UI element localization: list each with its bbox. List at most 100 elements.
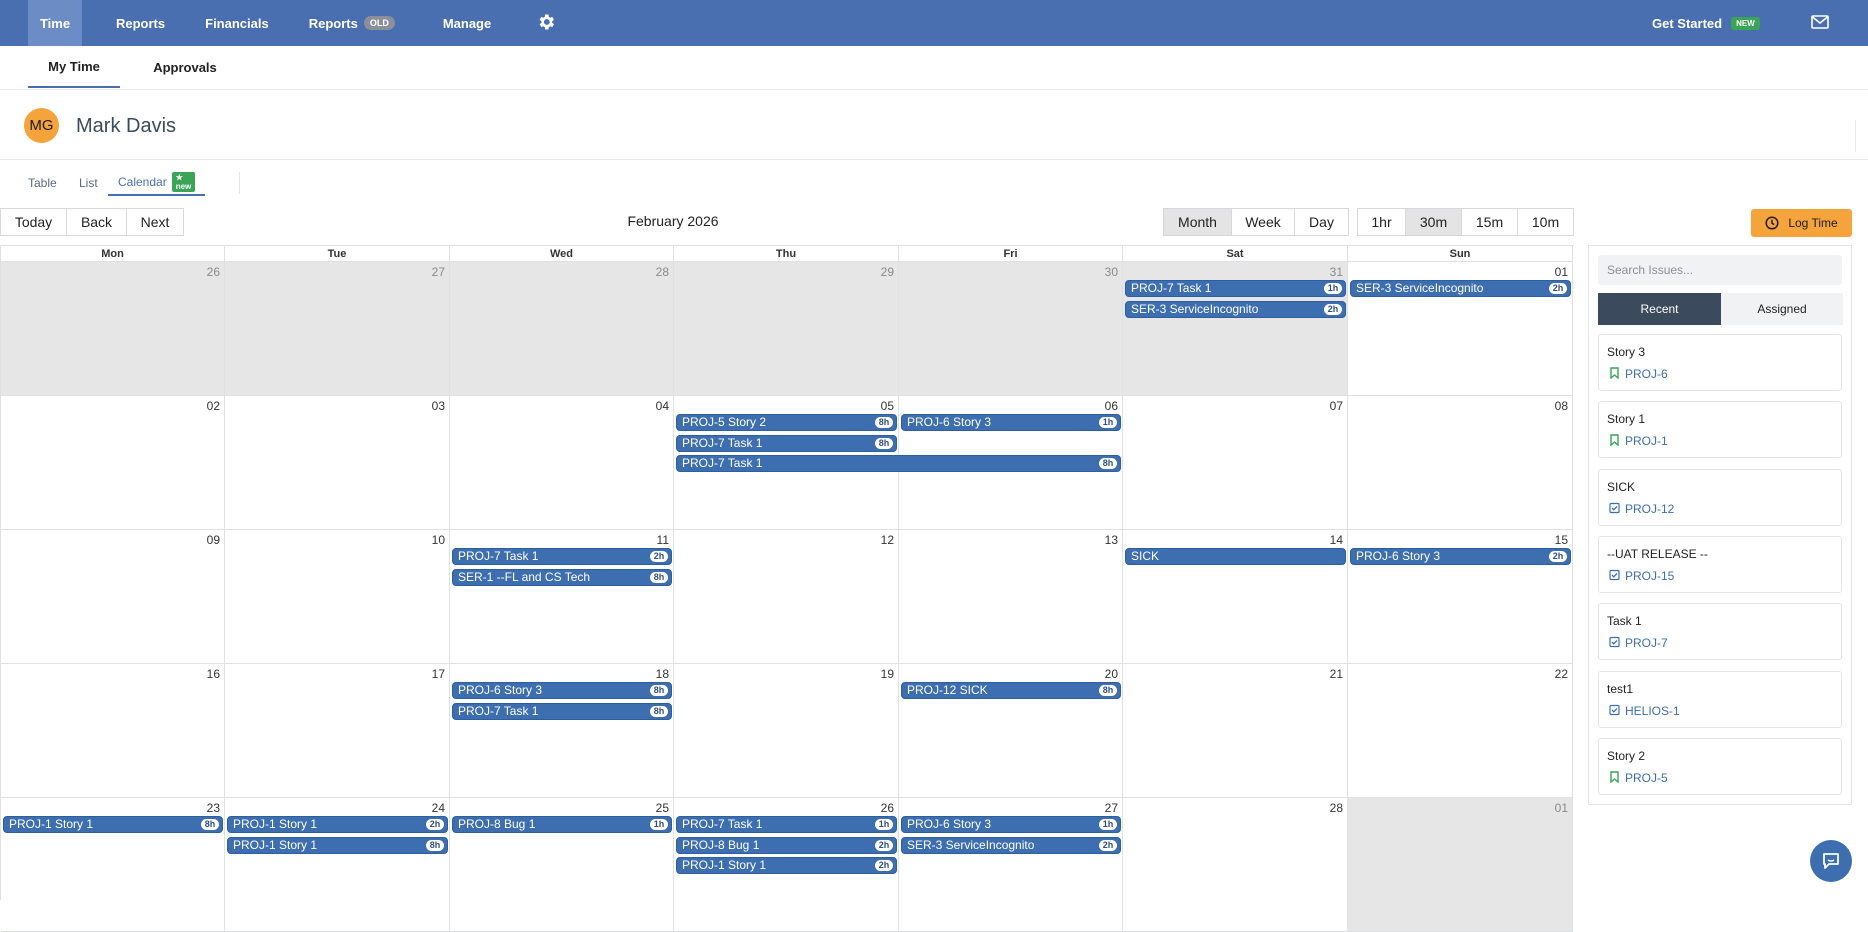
time-entry-event[interactable]: PROJ-6 Story 3 2h bbox=[1350, 548, 1571, 565]
search-issues-input[interactable] bbox=[1598, 255, 1842, 285]
day-number[interactable]: 05 bbox=[881, 399, 894, 413]
day-number[interactable]: 29 bbox=[881, 265, 894, 279]
view-month-button[interactable]: Month bbox=[1163, 208, 1232, 236]
nav-manage[interactable]: Manage bbox=[423, 0, 511, 46]
time-entry-event[interactable]: PROJ-1 Story 1 2h bbox=[676, 857, 897, 874]
day-number[interactable]: 25 bbox=[656, 801, 669, 815]
day-cell[interactable]: 08 bbox=[1348, 396, 1573, 530]
day-number[interactable]: 27 bbox=[432, 265, 445, 279]
day-number[interactable]: 26 bbox=[881, 801, 894, 815]
tab-assigned[interactable]: Assigned bbox=[1721, 293, 1843, 325]
time-entry-event[interactable]: SER-3 ServiceIncognito 2h bbox=[1125, 300, 1346, 318]
day-cell[interactable]: 19 bbox=[674, 664, 899, 798]
day-number[interactable]: 03 bbox=[432, 399, 445, 413]
day-number[interactable]: 30 bbox=[1105, 265, 1118, 279]
time-entry-event[interactable]: PROJ-8 Bug 1 1h bbox=[452, 816, 672, 833]
day-number[interactable]: 01 bbox=[1555, 265, 1568, 279]
day-number[interactable]: 15 bbox=[1555, 533, 1568, 547]
day-number[interactable]: 17 bbox=[432, 667, 445, 681]
step-1hr-button[interactable]: 1hr bbox=[1357, 208, 1406, 236]
day-number[interactable]: 28 bbox=[656, 265, 669, 279]
day-cell[interactable]: 12 bbox=[674, 530, 899, 664]
issue-card[interactable]: Story 3 PROJ-6 bbox=[1598, 334, 1842, 391]
issue-key-link[interactable]: PROJ-5 bbox=[1625, 771, 1668, 785]
issue-card[interactable]: test1 HELIOS-1 bbox=[1598, 670, 1842, 728]
day-cell[interactable]: 07 bbox=[1123, 396, 1348, 530]
day-number[interactable]: 12 bbox=[881, 533, 894, 547]
time-entry-event[interactable]: PROJ-5 Story 2 8h bbox=[676, 414, 897, 431]
day-cell[interactable]: 30 bbox=[899, 262, 1123, 396]
day-cell[interactable]: 10 bbox=[225, 530, 450, 664]
time-entry-event[interactable]: SER-3 ServiceIncognito 2h bbox=[1350, 280, 1571, 297]
day-cell[interactable]: 09 bbox=[1, 530, 225, 664]
day-number[interactable]: 02 bbox=[207, 399, 220, 413]
day-cell[interactable]: 17 bbox=[225, 664, 450, 798]
tab-my-time[interactable]: My Time bbox=[28, 46, 120, 88]
step-10m-button[interactable]: 10m bbox=[1517, 208, 1574, 236]
day-number[interactable]: 09 bbox=[207, 533, 220, 547]
day-cell[interactable]: 26 bbox=[1, 262, 225, 396]
time-entry-event[interactable]: PROJ-7 Task 1 8h bbox=[676, 434, 897, 452]
time-entry-event[interactable]: PROJ-6 Story 3 8h bbox=[452, 682, 672, 699]
time-entry-event[interactable]: PROJ-7 Task 1 1h bbox=[1125, 280, 1346, 297]
view-tab-list[interactable]: List bbox=[79, 170, 98, 196]
day-number[interactable]: 13 bbox=[1105, 533, 1118, 547]
time-entry-event[interactable]: SER-3 ServiceIncognito 2h bbox=[901, 836, 1121, 854]
day-cell[interactable]: 03 bbox=[225, 396, 450, 530]
issue-key-link[interactable]: HELIOS-1 bbox=[1625, 704, 1680, 718]
back-button[interactable]: Back bbox=[66, 208, 127, 236]
day-number[interactable]: 21 bbox=[1330, 667, 1343, 681]
day-cell[interactable]: 28 bbox=[1123, 798, 1348, 932]
view-day-button[interactable]: Day bbox=[1294, 208, 1349, 236]
time-entry-event[interactable]: PROJ-1 Story 1 8h bbox=[227, 836, 448, 854]
time-entry-event[interactable]: PROJ-12 SICK 8h bbox=[901, 682, 1121, 699]
day-number[interactable]: 11 bbox=[657, 533, 669, 547]
time-entry-event[interactable]: PROJ-7 Task 1 1h bbox=[676, 816, 897, 833]
nav-reports-old[interactable]: Reports OLD bbox=[289, 0, 415, 46]
day-cell[interactable]: 28 bbox=[450, 262, 674, 396]
tab-approvals[interactable]: Approvals bbox=[140, 46, 230, 88]
nav-financials[interactable]: Financials bbox=[185, 0, 289, 46]
issue-key-link[interactable]: PROJ-1 bbox=[1625, 434, 1668, 448]
day-number[interactable]: 23 bbox=[207, 801, 220, 815]
time-entry-event[interactable]: PROJ-7 Task 1 8h bbox=[676, 455, 1121, 472]
day-number[interactable]: 16 bbox=[207, 667, 220, 681]
issue-card[interactable]: Story 2 PROJ-5 bbox=[1598, 737, 1842, 795]
time-entry-event[interactable]: PROJ-8 Bug 1 2h bbox=[676, 836, 897, 854]
time-entry-event[interactable]: PROJ-6 Story 3 1h bbox=[901, 816, 1121, 833]
day-number[interactable]: 28 bbox=[1330, 801, 1343, 815]
nav-reports[interactable]: Reports bbox=[96, 0, 185, 46]
day-number[interactable]: 31 bbox=[1330, 265, 1343, 279]
view-tab-table[interactable]: Table bbox=[28, 170, 57, 196]
time-entry-event[interactable]: SICK bbox=[1125, 548, 1346, 565]
time-entry-event[interactable]: PROJ-7 Task 1 2h bbox=[452, 548, 672, 565]
step-30m-button[interactable]: 30m bbox=[1405, 208, 1462, 236]
day-number[interactable]: 08 bbox=[1555, 399, 1568, 413]
day-cell[interactable]: 02 bbox=[1, 396, 225, 530]
time-entry-event[interactable]: PROJ-1 Story 1 8h bbox=[3, 816, 223, 833]
day-number[interactable]: 20 bbox=[1105, 667, 1118, 681]
get-started-link[interactable]: Get Started NEW bbox=[1652, 0, 1760, 46]
mail-icon[interactable] bbox=[1811, 15, 1829, 29]
day-number[interactable]: 04 bbox=[656, 399, 669, 413]
step-15m-button[interactable]: 15m bbox=[1461, 208, 1518, 236]
issue-card[interactable]: SICK PROJ-12 bbox=[1598, 468, 1842, 526]
day-number[interactable]: 14 bbox=[1330, 533, 1343, 547]
view-week-button[interactable]: Week bbox=[1231, 208, 1295, 236]
gear-icon[interactable] bbox=[536, 12, 556, 32]
issue-card[interactable]: Story 1 PROJ-1 bbox=[1598, 401, 1842, 459]
day-number[interactable]: 06 bbox=[1105, 399, 1118, 413]
time-entry-event[interactable]: PROJ-7 Task 1 8h bbox=[452, 702, 672, 720]
nav-time[interactable]: Time bbox=[28, 0, 82, 46]
view-tab-calendar[interactable]: Calendar ★ new bbox=[108, 170, 206, 196]
day-number[interactable]: 10 bbox=[432, 533, 445, 547]
time-entry-event[interactable]: SER-1 --FL and CS Tech 8h bbox=[452, 568, 672, 586]
next-button[interactable]: Next bbox=[126, 208, 184, 236]
day-cell[interactable]: 27 bbox=[225, 262, 450, 396]
issue-key-link[interactable]: PROJ-7 bbox=[1625, 636, 1668, 650]
issue-card[interactable]: Task 1 PROJ-7 bbox=[1598, 603, 1842, 661]
today-button[interactable]: Today bbox=[0, 208, 67, 236]
day-number[interactable]: 01 bbox=[1555, 801, 1568, 815]
issue-card[interactable]: --UAT RELEASE -- PROJ-15 bbox=[1598, 535, 1842, 593]
day-cell[interactable]: 29 bbox=[674, 262, 899, 396]
